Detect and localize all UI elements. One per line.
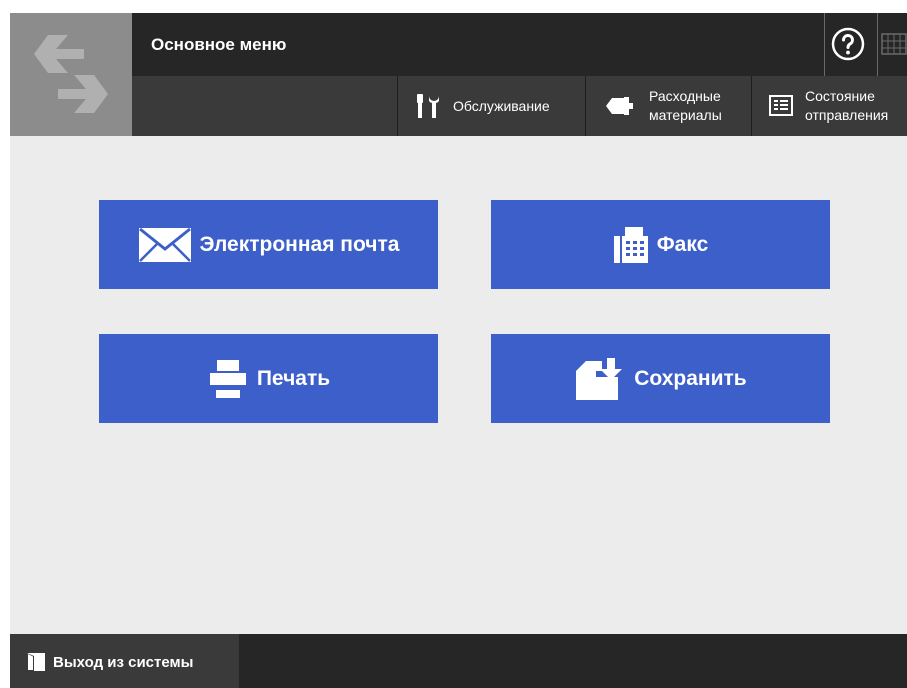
wrench-screwdriver-icon	[417, 94, 439, 118]
swap-arrows-icon	[34, 35, 108, 113]
toner-cartridge-icon	[606, 97, 633, 115]
sending-status-label: Состояние отправления	[805, 87, 888, 125]
print-label: Печать	[256, 366, 331, 390]
envelope-icon	[138, 227, 191, 262]
email-button[interactable]: Электронная почта	[99, 200, 438, 289]
email-label: Электронная почта	[199, 232, 400, 256]
fax-label: Факс	[656, 232, 709, 256]
sending-status-label-line-2: отправления	[805, 107, 889, 123]
fax-icon	[613, 226, 648, 263]
save-label: Сохранить	[634, 366, 747, 390]
page-title: Основное меню	[151, 35, 287, 54]
question-circle-icon	[831, 27, 865, 61]
app-screen: Основное меню Обслуживание Расходные мат…	[10, 13, 907, 688]
print-button[interactable]: Печать	[99, 334, 438, 423]
app-logo	[10, 13, 132, 136]
supplies-button[interactable]: Расходные материалы	[585, 76, 751, 136]
printer-icon	[209, 359, 246, 398]
fax-button[interactable]: Факс	[491, 200, 830, 289]
maintenance-button[interactable]: Обслуживание	[397, 76, 585, 136]
logout-label: Выход из системы	[53, 654, 194, 671]
keyboard-icon	[881, 33, 907, 55]
supplies-label-line-1: Расходные	[649, 88, 721, 104]
footer-bar: Выход из системы	[10, 634, 907, 688]
header-bar: Основное меню	[132, 13, 907, 76]
supplies-label-line-2: материалы	[649, 107, 722, 123]
maintenance-label: Обслуживание	[453, 98, 550, 114]
header-toolbar: Обслуживание Расходные материалы Состоян…	[132, 76, 907, 136]
help-button[interactable]	[824, 13, 877, 76]
sending-status-button[interactable]: Состояние отправления	[751, 76, 907, 136]
supplies-label: Расходные материалы	[649, 87, 722, 125]
keyboard-button[interactable]	[877, 13, 907, 76]
sending-status-label-line-1: Состояние	[805, 88, 875, 104]
list-icon	[769, 95, 793, 116]
logout-button[interactable]: Выход из системы	[10, 634, 239, 688]
save-button[interactable]: Сохранить	[491, 334, 830, 423]
folder-save-icon	[576, 357, 623, 400]
logout-door-icon	[27, 653, 45, 671]
